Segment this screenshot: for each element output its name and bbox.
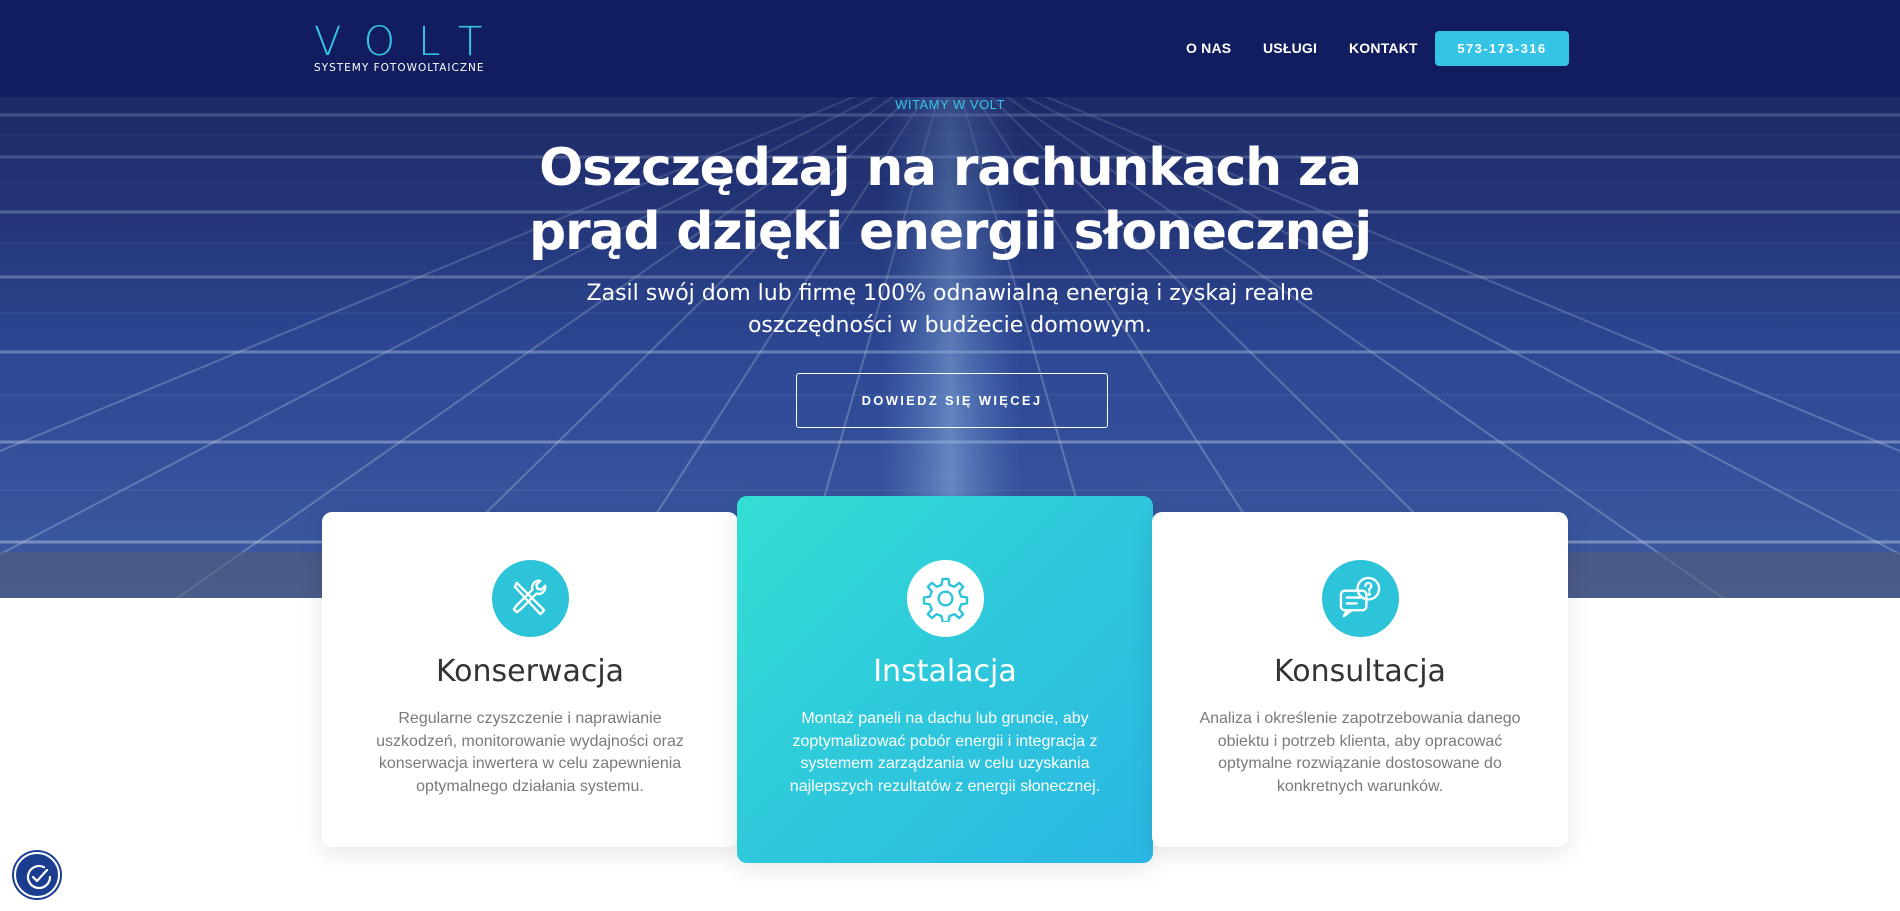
service-card-maintenance: Konserwacja Regularne czyszczenie i napr…: [322, 512, 738, 847]
card-description: Analiza i określenie zapotrzebowania dan…: [1199, 710, 1521, 795]
hero-subtitle-line-1: Zasil swój dom lub firmę 100% odnawialną…: [586, 281, 1314, 306]
hero-eyebrow: WITAMY W VOLT: [895, 97, 1005, 112]
gear-icon: [907, 560, 984, 637]
hero-title: Oszczędzaj na rachunkach za prąd dzięki …: [450, 136, 1450, 264]
logo-tagline: SYSTEMY FOTOWOLTAICZNE: [314, 62, 485, 74]
service-card-installation: Instalacja Montaż paneli na dachu lub gr…: [737, 496, 1153, 863]
service-card-consultation: Konsultacja Analiza i określenie zapotrz…: [1152, 512, 1568, 847]
chat-question-icon: [1322, 560, 1399, 637]
card-description: Regularne czyszczenie i naprawianie uszk…: [376, 710, 684, 795]
card-title: Instalacja: [873, 654, 1017, 689]
phone-button[interactable]: 573-173-316: [1435, 31, 1569, 66]
volt-logo[interactable]: VOLT SYSTEMY FOTOWOLTAICZNE: [314, 22, 514, 74]
nav-link-services[interactable]: USŁUGI: [1263, 40, 1317, 56]
hero-subtitle-line-2: oszczędności w budżecie domowym.: [747, 313, 1153, 338]
hero-title-line-1: Oszczędzaj na rachunkach za: [539, 138, 1362, 198]
card-title: Konsultacja: [1274, 654, 1446, 689]
logo-wordmark: VOLT: [314, 19, 506, 65]
card-title: Konserwacja: [435, 654, 625, 689]
card-description: Montaż paneli na dachu lub gruncie, aby …: [789, 710, 1101, 795]
learn-more-button[interactable]: DOWIEDZ SIĘ WIĘCEJ: [796, 373, 1108, 428]
nav-link-contact[interactable]: KONTAKT: [1349, 40, 1418, 56]
tools-icon: [492, 560, 569, 637]
site-header: VOLT SYSTEMY FOTOWOLTAICZNE O NAS USŁUGI…: [0, 0, 1900, 97]
accessibility-check-icon: [26, 864, 52, 890]
accessibility-widget-button[interactable]: [14, 852, 60, 898]
hero-subtitle: Zasil swój dom lub firmę 100% odnawialną…: [560, 278, 1340, 342]
nav-link-about[interactable]: O NAS: [1186, 40, 1231, 56]
hero-title-line-2: prąd dzięki energii słonecznej: [528, 202, 1372, 262]
